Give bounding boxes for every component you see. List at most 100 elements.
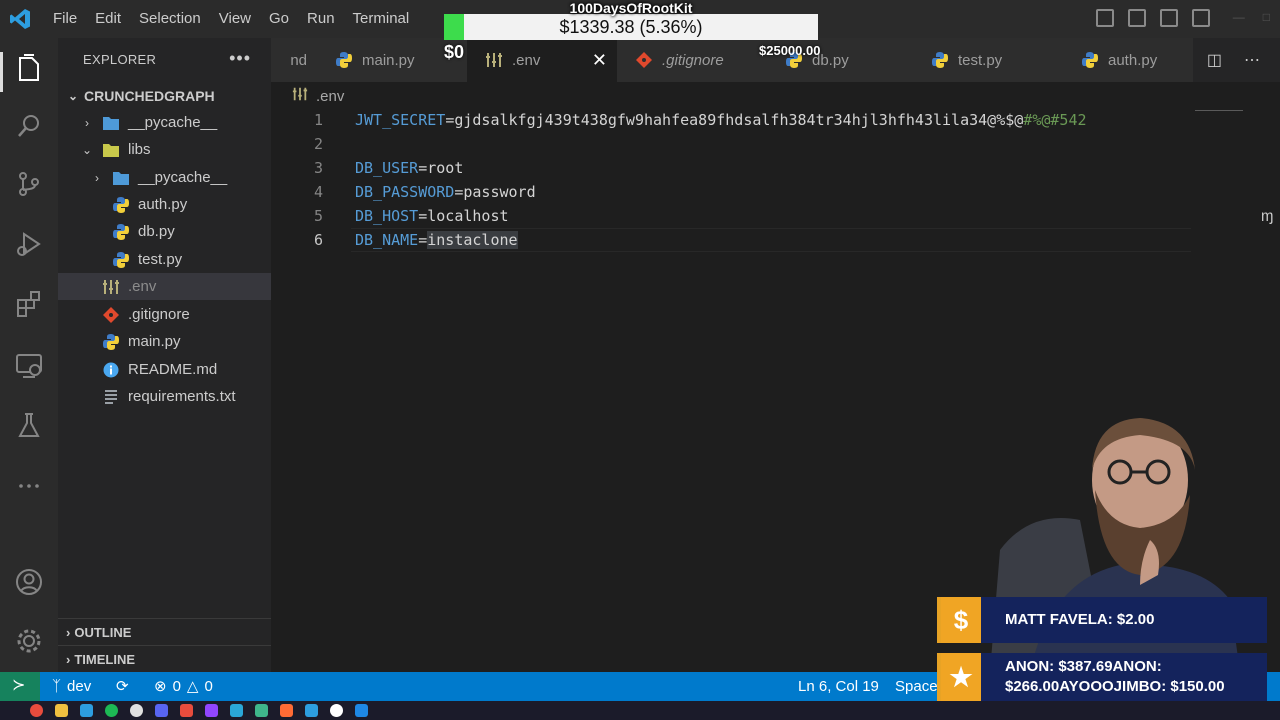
- customize-layout-icon[interactable]: [1192, 9, 1210, 27]
- folder-root[interactable]: ⌄ CRUNCHEDGRAPH: [58, 82, 271, 109]
- extensions-icon[interactable]: [13, 288, 45, 320]
- more-actions-icon[interactable]: •••: [229, 48, 251, 69]
- discord-icon[interactable]: [155, 704, 168, 717]
- remote-explorer-icon[interactable]: [13, 350, 45, 382]
- folder-icon: [112, 169, 130, 187]
- toggle-panel-icon[interactable]: [1128, 9, 1146, 27]
- app-icon[interactable]: [180, 704, 193, 717]
- tree-item-test[interactable]: test.py: [58, 246, 271, 273]
- code-line-current: 6 DB_NAME=instaclone: [271, 228, 1280, 252]
- source-control-icon[interactable]: [13, 168, 45, 200]
- line-content: DB_HOST=localhost: [355, 207, 509, 225]
- tree-item-label: README.md: [128, 361, 218, 378]
- tree-item-requirements[interactable]: requirements.txt: [58, 383, 271, 410]
- tree-item-pycache[interactable]: › __pycache__: [58, 109, 271, 136]
- python-file-icon: [112, 223, 130, 241]
- spotify-icon[interactable]: [105, 704, 118, 717]
- breadcrumb-item[interactable]: .env: [316, 88, 344, 105]
- tab-label: .gitignore: [662, 51, 724, 69]
- menu-go[interactable]: Go: [260, 0, 298, 38]
- app-icon[interactable]: [355, 704, 368, 717]
- tab-gitignore[interactable]: .gitignore: [617, 38, 767, 82]
- tree-item-label: auth.py: [138, 196, 188, 213]
- settings-gear-icon[interactable]: [13, 625, 45, 657]
- vscode-logo-icon: [8, 7, 32, 31]
- chevron-right-icon: ›: [95, 170, 99, 185]
- python-file-icon: [112, 196, 130, 214]
- app-icon[interactable]: [230, 704, 243, 717]
- donation-goal: $1339.38 (5.36%) 100DaysOfRootKit: [444, 0, 818, 42]
- tree-item-db[interactable]: db.py: [58, 218, 271, 245]
- branch-indicator[interactable]: ᛉ dev: [52, 672, 91, 701]
- code-line: 2: [271, 132, 1280, 156]
- tree-item-auth[interactable]: auth.py: [58, 191, 271, 218]
- tab-auth[interactable]: auth.py: [1067, 38, 1193, 82]
- restore-icon[interactable]: □: [1263, 10, 1270, 24]
- menu-run[interactable]: Run: [298, 0, 344, 38]
- account-icon[interactable]: [13, 566, 45, 598]
- code-line: 3 DB_USER=root: [271, 156, 1280, 180]
- tree-item-gitignore[interactable]: .gitignore: [58, 301, 271, 328]
- menu-selection[interactable]: Selection: [130, 0, 210, 38]
- folder-root-label: CRUNCHEDGRAPH: [84, 87, 215, 104]
- toggle-secondary-sidebar-icon[interactable]: [1160, 9, 1178, 27]
- app-icon[interactable]: [330, 704, 343, 717]
- tab-env[interactable]: .env ✕: [467, 38, 617, 82]
- menu-view[interactable]: View: [210, 0, 260, 38]
- minimize-icon[interactable]: —: [1233, 10, 1245, 24]
- chevron-right-icon: ›: [66, 651, 71, 667]
- timeline-section[interactable]: › TIMELINE: [58, 645, 271, 672]
- tab-test[interactable]: test.py: [917, 38, 1067, 82]
- twitch-icon[interactable]: [205, 704, 218, 717]
- vscode-icon[interactable]: [80, 704, 93, 717]
- tree-item-main[interactable]: main.py: [58, 328, 271, 355]
- more-icon[interactable]: [13, 470, 45, 502]
- tab-readme[interactable]: nd: [271, 38, 317, 82]
- folder-icon[interactable]: [55, 704, 68, 717]
- run-debug-icon[interactable]: [13, 228, 45, 260]
- goal-progress-bar: $1339.38 (5.36%): [444, 14, 818, 40]
- testing-icon[interactable]: [13, 410, 45, 442]
- chevron-right-icon: ›: [85, 115, 89, 130]
- tab-label: auth.py: [1108, 51, 1158, 69]
- toggle-sidebar-icon[interactable]: [1096, 9, 1114, 27]
- line-number: 5: [313, 207, 323, 225]
- app-icon[interactable]: [305, 704, 318, 717]
- split-editor-icon[interactable]: ◫: [1207, 50, 1222, 70]
- tree-item-env[interactable]: .env: [58, 273, 271, 300]
- app-icon[interactable]: [255, 704, 268, 717]
- tree-item-libs-pycache[interactable]: › __pycache__: [58, 164, 271, 191]
- code-line: 1 JWT_SECRET=gjdsalkfgj439t438gfw9hahfea…: [271, 108, 1280, 132]
- tab-label: .env: [512, 51, 541, 69]
- tree-item-label: test.py: [138, 251, 183, 268]
- tab-label: test.py: [958, 51, 1003, 69]
- app-icon[interactable]: [280, 704, 293, 717]
- donation-alert: $ MATT FAVELA: $2.00: [937, 597, 1267, 643]
- menu-edit[interactable]: Edit: [86, 0, 130, 38]
- cursor-position[interactable]: Ln 6, Col 19: [798, 672, 879, 701]
- close-tab-icon[interactable]: ✕: [592, 50, 607, 71]
- git-file-icon: [635, 51, 653, 69]
- sync-button[interactable]: ⟳: [116, 672, 129, 701]
- timeline-label: TIMELINE: [74, 651, 136, 667]
- outline-section[interactable]: › OUTLINE: [58, 618, 271, 645]
- search-icon[interactable]: [13, 110, 45, 142]
- menu-file[interactable]: File: [44, 0, 86, 38]
- remote-indicator[interactable]: ≻: [0, 672, 40, 701]
- minimap[interactable]: [1195, 110, 1243, 111]
- more-actions-icon[interactable]: ⋯: [1244, 50, 1260, 70]
- tree-item-label: .gitignore: [128, 306, 190, 323]
- browser-icon[interactable]: [130, 704, 143, 717]
- chevron-right-icon: ›: [66, 624, 71, 640]
- tree-item-libs[interactable]: ⌄ libs: [58, 136, 271, 163]
- menu-terminal[interactable]: Terminal: [344, 0, 419, 38]
- explorer-icon[interactable]: [13, 52, 45, 84]
- line-content: DB_PASSWORD=password: [355, 183, 536, 201]
- tree-item-readme[interactable]: README.md: [58, 356, 271, 383]
- tab-label: nd: [290, 51, 307, 69]
- problems-indicator[interactable]: ⊗ 0 △ 0: [154, 672, 213, 701]
- remote-icon: ≻: [12, 677, 26, 694]
- goal-amount: $1339.38 (5.36%): [559, 17, 703, 37]
- settings-file-icon: [485, 51, 503, 69]
- chrome-icon[interactable]: [30, 704, 43, 717]
